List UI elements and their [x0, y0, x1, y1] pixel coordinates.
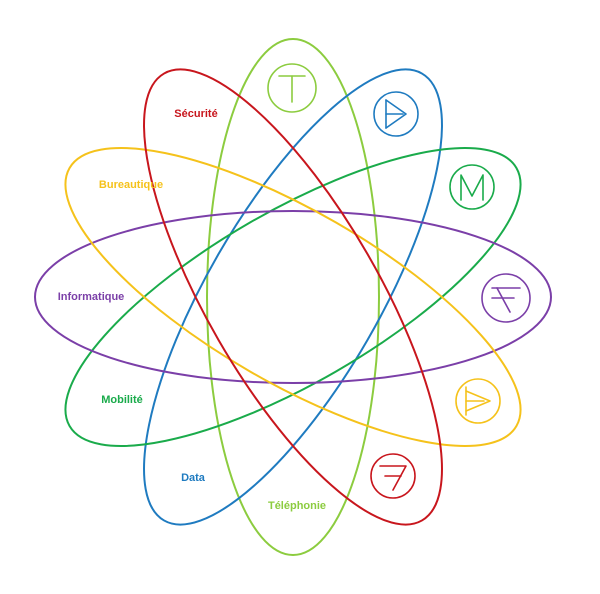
- label-securite: Sécurité: [174, 108, 217, 120]
- label-mobilite: Mobilité: [101, 394, 143, 406]
- label-data: Data: [181, 472, 206, 484]
- letter-d-icon: [373, 91, 419, 137]
- ellipse-securite: [143, 68, 443, 526]
- ellipse-telephonie: [206, 38, 380, 556]
- letter-t-icon: [267, 63, 317, 113]
- label-informatique: Informatique: [58, 291, 125, 303]
- letter-f-icon: [481, 273, 531, 323]
- domain-orbit-diagram: Sécurité Bureautique Informatique Mobili…: [34, 38, 552, 556]
- label-bureautique: Bureautique: [99, 179, 163, 191]
- label-telephonie: Téléphonie: [268, 500, 326, 512]
- letter-s-icon: [370, 453, 416, 499]
- letter-m-icon: [449, 164, 495, 210]
- letter-b-icon: [455, 378, 501, 424]
- ellipse-data: [143, 68, 443, 526]
